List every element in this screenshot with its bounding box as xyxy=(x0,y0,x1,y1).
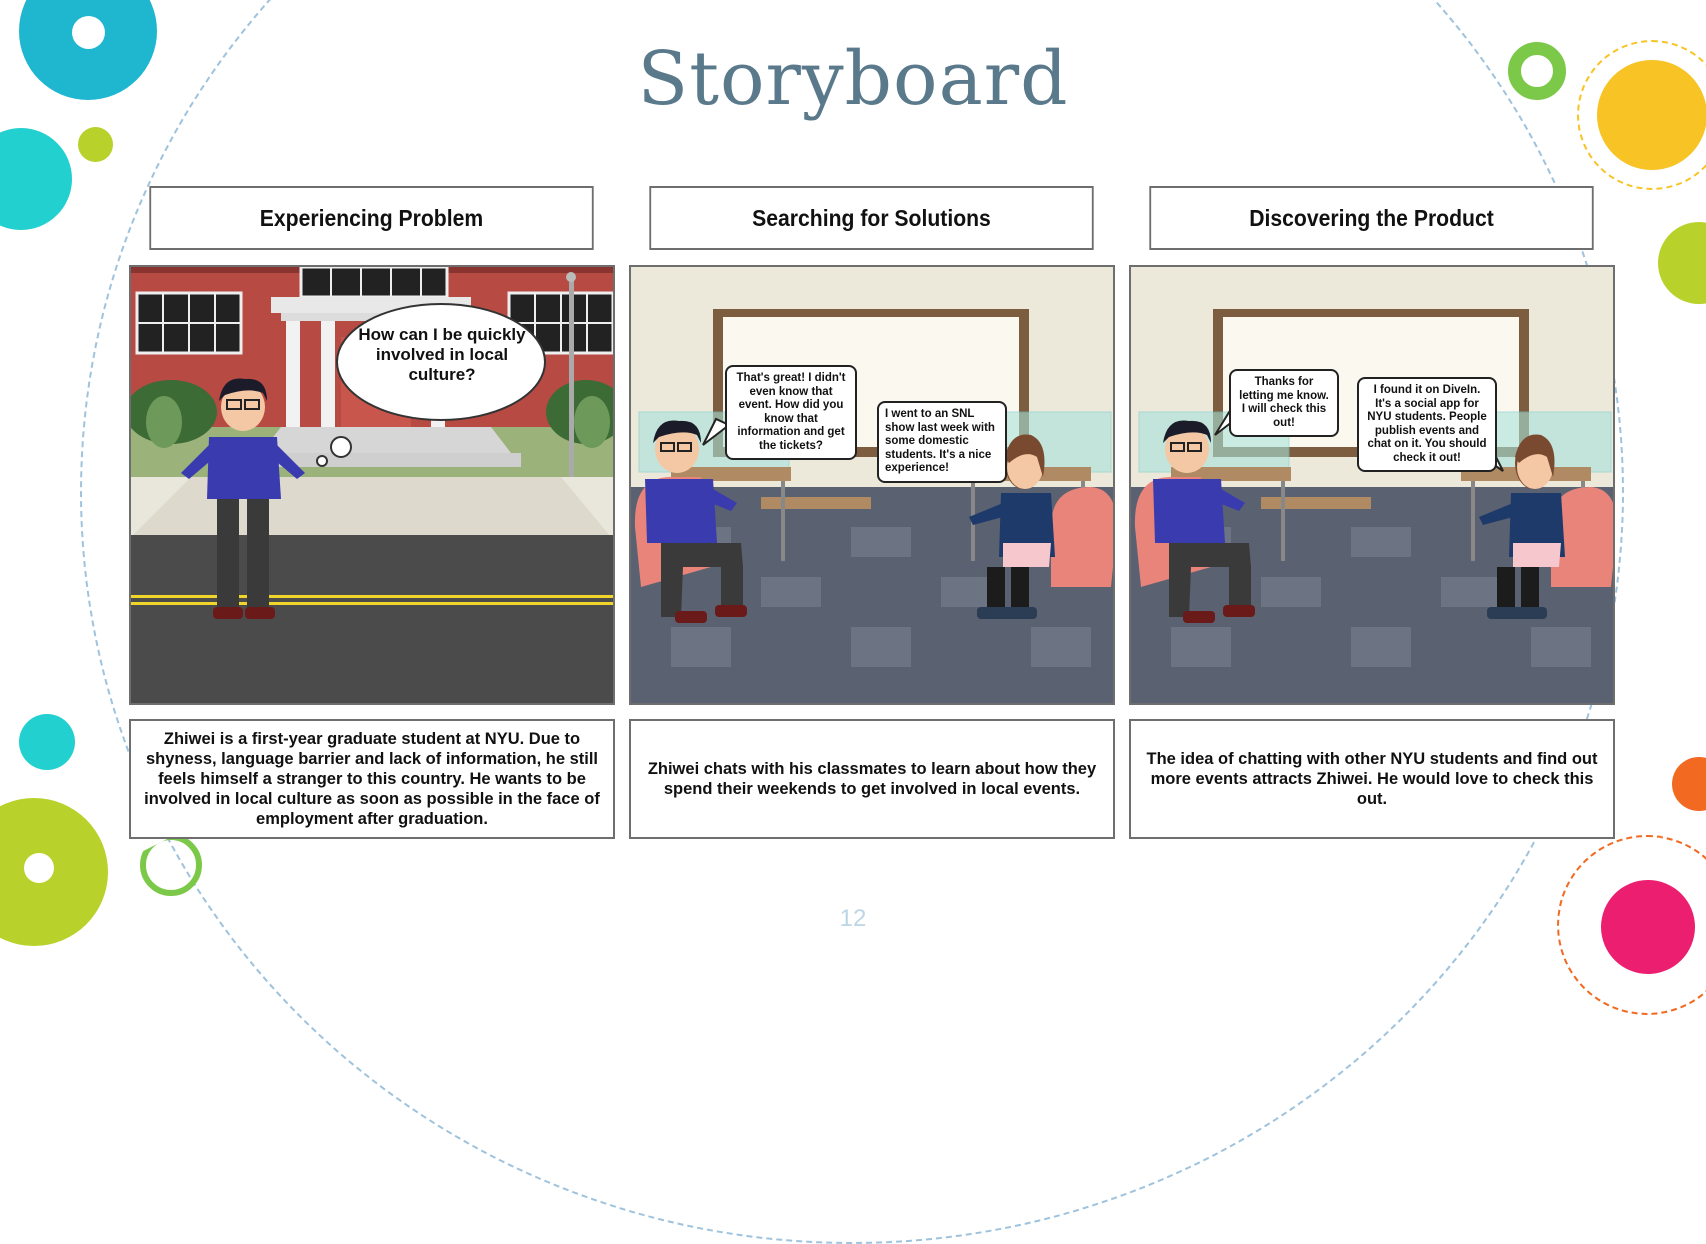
panel-caption-problem: Zhiwei is a first-year graduate student … xyxy=(129,719,615,839)
page-number: 12 xyxy=(839,905,867,932)
classroom-illustration xyxy=(631,267,1113,703)
speech-bubble-girl: I found it on DiveIn. It's a social app … xyxy=(1357,377,1497,472)
circle-decoration xyxy=(24,853,54,883)
ring-decoration xyxy=(140,834,202,896)
thought-bubble: How can I be quickly involved in local c… xyxy=(358,325,526,384)
speech-bubble-boy: Thanks for letting me know. I will check… xyxy=(1229,369,1339,437)
slide-title: Storyboard xyxy=(637,36,1069,122)
panel-caption-solutions: Zhiwei chats with his classmates to lear… xyxy=(629,719,1115,839)
panel-heading-product: Discovering the Product xyxy=(1149,186,1594,250)
storyboard-scene-classroom-1: That's great! I didn't even know that ev… xyxy=(629,265,1115,705)
circle-decoration xyxy=(0,128,72,230)
panel-heading-solutions: Searching for Solutions xyxy=(649,186,1094,250)
storyboard-scene-classroom-2: Thanks for letting me know. I will check… xyxy=(1129,265,1615,705)
circle-decoration xyxy=(19,714,75,770)
circle-decoration xyxy=(1658,222,1706,304)
panel-caption-product: The idea of chatting with other NYU stud… xyxy=(1129,719,1615,839)
speech-bubble-girl: I went to an SNL show last week with som… xyxy=(877,401,1007,483)
circle-decoration xyxy=(78,127,113,162)
storyboard-scene-campus: How can I be quickly involved in local c… xyxy=(129,265,615,705)
classroom-illustration xyxy=(1131,267,1613,703)
speech-bubble-boy: That's great! I didn't even know that ev… xyxy=(725,365,857,460)
circle-decoration xyxy=(1672,757,1706,811)
panel-heading-problem: Experiencing Problem xyxy=(149,186,594,250)
